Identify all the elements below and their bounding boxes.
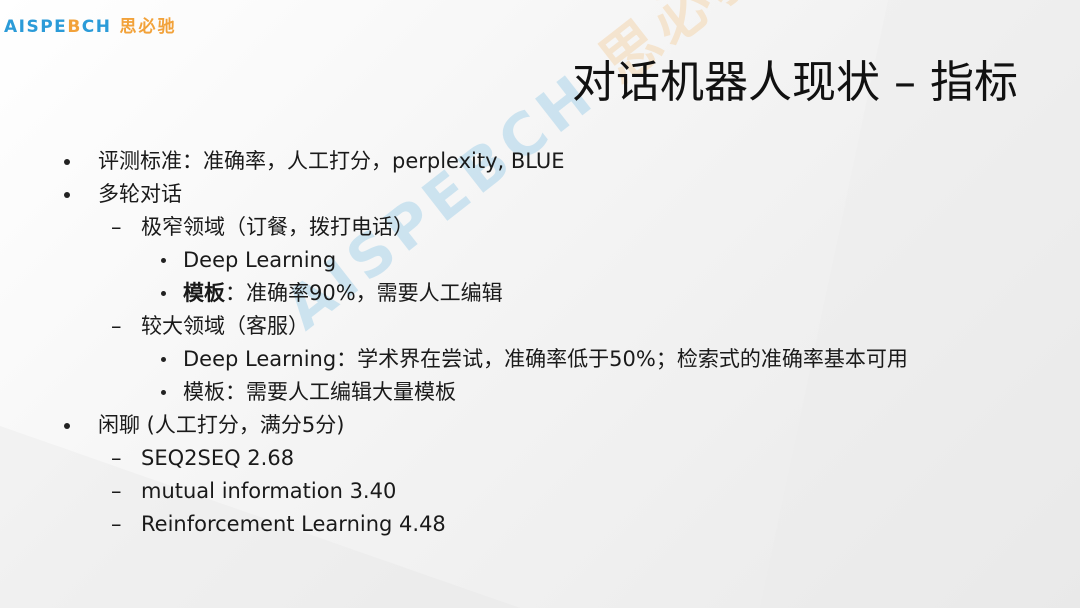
list-item: 模板：准确率90%，需要人工编辑 — [183, 281, 503, 305]
bullet-dot — [161, 291, 166, 296]
dash-marker: – — [111, 512, 122, 536]
logo-chinese: 思必驰 — [119, 17, 177, 37]
bullet-dot — [161, 258, 166, 263]
list-item: mutual information 3.40 — [141, 479, 397, 503]
list-item: 多轮对话 — [98, 182, 182, 206]
bullet-dot — [161, 390, 166, 395]
bullet-dot — [64, 159, 70, 165]
list-item: SEQ2SEQ 2.68 — [141, 446, 295, 470]
list-item: Reinforcement Learning 4.48 — [141, 512, 446, 536]
brand-logo: AISPEBCH 思必驰 — [4, 12, 177, 37]
list-item: 较大领域（客服） — [141, 314, 309, 338]
list-item: 闲聊 (人工打分，满分5分) — [98, 413, 345, 437]
logo-english: AISPEBCH — [4, 17, 112, 37]
dash-marker: – — [111, 479, 122, 503]
dash-marker: – — [111, 215, 122, 239]
list-item: Deep Learning — [183, 248, 337, 272]
list-item: 模板：需要人工编辑大量模板 — [183, 380, 456, 404]
list-item: 评测标准：准确率，人工打分，perplexity, BLUE — [98, 149, 565, 173]
bullet-dot — [64, 192, 70, 198]
list-item: Deep Learning：学术界在尝试，准确率低于50%；检索式的准确率基本可… — [183, 347, 908, 371]
dash-marker: – — [111, 446, 122, 470]
dash-marker: – — [111, 314, 122, 338]
bullet-dot — [161, 357, 166, 362]
list-item: 极窄领域（订餐，拨打电话） — [141, 215, 414, 239]
bullet-dot — [64, 423, 70, 429]
bold-label: 模板 — [183, 281, 225, 305]
slide-title: 对话机器人现状 – 指标 — [572, 57, 1018, 108]
